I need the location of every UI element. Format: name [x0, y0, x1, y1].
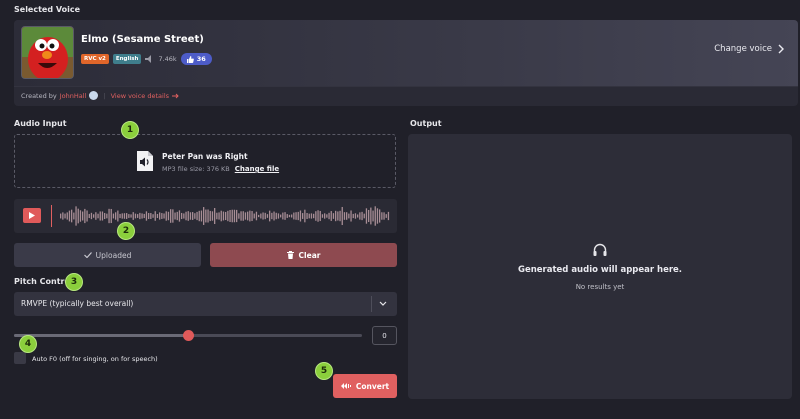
plays-count: 7.46k — [158, 55, 177, 63]
chevron-down-icon — [379, 301, 387, 306]
step-marker-2: 2 — [117, 222, 135, 240]
convert-icon — [340, 383, 351, 389]
step-marker-1: 1 — [121, 121, 139, 139]
view-details-link[interactable]: View voice details — [111, 92, 179, 100]
file-audio-icon — [136, 150, 154, 176]
pitch-method-select[interactable]: RMVPE (typically best overall) — [14, 292, 397, 316]
plays-icon — [145, 55, 154, 63]
pitch-value-input[interactable]: 0 — [372, 326, 397, 345]
file-info: MP3 file size: 376 KB Change file — [162, 165, 279, 173]
playhead — [51, 205, 52, 227]
headphones-icon — [593, 241, 607, 260]
uploaded-button[interactable]: Uploaded — [14, 243, 201, 267]
created-by-label: Created by — [21, 91, 57, 100]
change-file-link[interactable]: Change file — [235, 165, 279, 173]
step-marker-3: 3 — [65, 273, 83, 291]
convert-label: Convert — [355, 381, 390, 391]
creator-link[interactable]: JohnHall — [60, 92, 87, 100]
audio-dropzone[interactable] — [14, 134, 396, 188]
chevron-right-icon — [778, 44, 784, 54]
voice-name: Elmo (Sesame Street) — [81, 34, 204, 45]
waveform[interactable] — [60, 204, 390, 228]
uploaded-label: Uploaded — [95, 250, 132, 260]
likes-count: 36 — [196, 55, 206, 63]
pitch-slider-thumb[interactable] — [182, 330, 194, 341]
voice-avatar — [21, 26, 74, 79]
clear-button[interactable]: Clear — [210, 243, 397, 267]
view-details-label: View voice details — [110, 91, 170, 100]
check-icon — [83, 252, 92, 258]
play-icon — [29, 212, 35, 219]
auto-f0-checkbox[interactable] — [14, 352, 26, 364]
thumbs-up-icon — [186, 55, 194, 63]
footer-divider: | — [103, 91, 106, 100]
output-label: Output — [410, 119, 442, 128]
change-voice-label: Change voice — [714, 44, 772, 54]
play-button[interactable] — [23, 208, 41, 223]
badge-rvc: RVC v2 — [81, 54, 109, 64]
pitch-method-value: RMVPE (typically best overall) — [21, 299, 134, 308]
voice-footer: Created by JohnHall | View voice details — [21, 91, 179, 100]
likes-pill[interactable]: 36 — [180, 53, 212, 65]
auto-f0-label: Auto F0 (off for singing, on for speech) — [32, 355, 158, 363]
selected-voice-label: Selected Voice — [14, 5, 81, 14]
clear-label: Clear — [298, 250, 321, 260]
output-placeholder-sub: No results yet — [575, 283, 625, 291]
arrow-right-icon — [172, 93, 179, 99]
file-name: Peter Pan was Right — [162, 152, 248, 161]
step-marker-4: 4 — [19, 335, 37, 353]
pitch-control-label: Pitch Control — [14, 277, 73, 286]
step-marker-5: 5 — [315, 362, 333, 380]
trash-icon — [286, 251, 294, 259]
audio-input-label: Audio Input — [14, 119, 67, 128]
voice-meta: RVC v2 English 7.46k 36 — [81, 53, 212, 65]
file-meta: MP3 file size: 376 KB — [162, 165, 230, 173]
creator-avatar — [89, 91, 99, 100]
pitch-slider-fill — [14, 334, 188, 337]
change-voice-button[interactable]: Change voice — [714, 44, 784, 54]
badge-language: English — [112, 54, 142, 64]
select-divider — [371, 296, 372, 312]
output-placeholder-title: Generated audio will appear here. — [517, 265, 683, 275]
convert-button[interactable]: Convert — [333, 374, 397, 398]
